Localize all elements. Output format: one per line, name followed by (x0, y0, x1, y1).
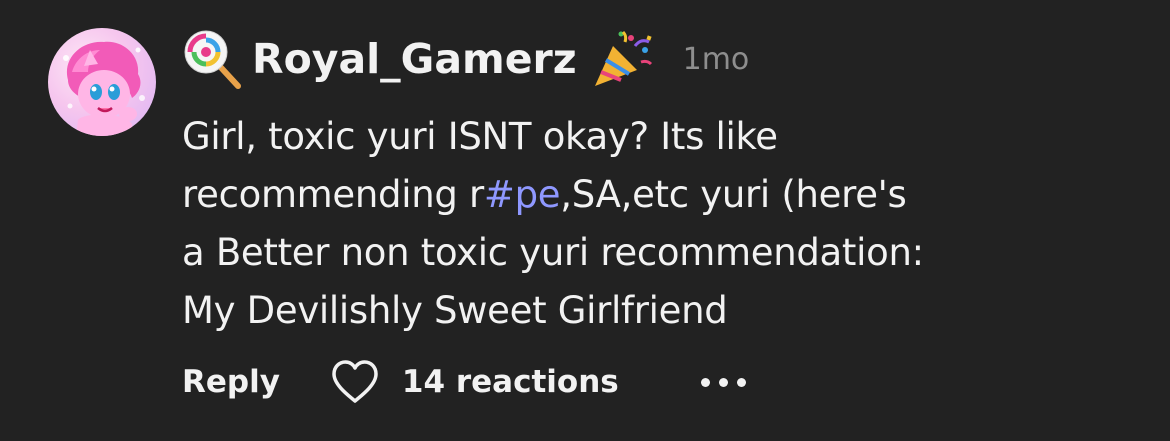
comment-line-2-start: recommending r (182, 173, 484, 216)
reactions-count[interactable]: 14 reactions (402, 364, 619, 400)
more-dots-icon (736, 377, 746, 387)
more-dots-icon (700, 377, 710, 387)
heart-icon[interactable] (330, 359, 380, 405)
comment-line-3: a Better non toxic yuri recommendation: (182, 231, 924, 274)
username[interactable]: Royal_Gamerz (252, 35, 577, 83)
reply-button[interactable]: Reply (182, 364, 280, 400)
timestamp: 1mo (682, 41, 750, 77)
more-dots-icon (718, 377, 728, 387)
comment-line-2-end: ,SA,etc yuri (here's (560, 173, 907, 216)
comment-line-4: My Devilishly Sweet Girlfriend (182, 289, 728, 332)
comment-actions: Reply 14 reactions (182, 356, 746, 408)
comment-line-1: Girl, toxic yuri ISNT okay? Its like (182, 115, 778, 158)
comment-body: Girl, toxic yuri ISNT okay? Its like rec… (182, 108, 1142, 340)
lollipop-icon (184, 30, 241, 89)
comment: Royal_Gamerz 1mo Girl, toxic yuri ISNT o… (0, 0, 1170, 441)
more-options-button[interactable] (700, 362, 746, 402)
comment-line-2: recommending r#pe,SA,etc yuri (here's (182, 166, 1142, 224)
comment-header: Royal_Gamerz 1mo (182, 28, 749, 90)
hashtag-link[interactable]: #pe (484, 173, 561, 216)
avatar[interactable] (48, 28, 156, 136)
pony-avatar-image (63, 41, 145, 136)
party-popper-icon (594, 30, 652, 86)
